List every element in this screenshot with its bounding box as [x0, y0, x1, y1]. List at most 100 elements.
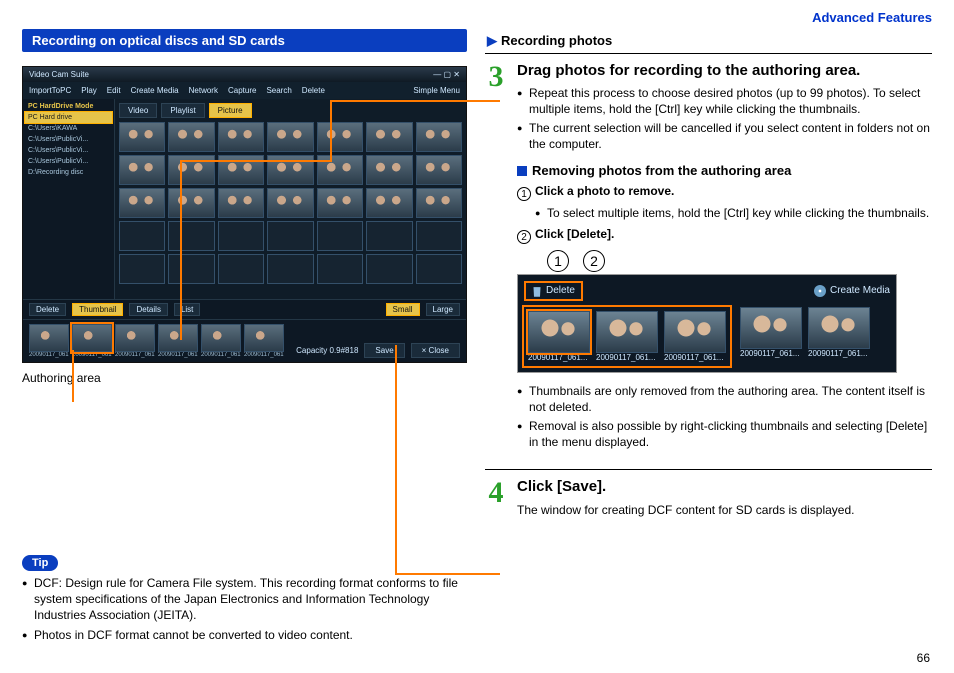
thumbnail-grid: [119, 122, 462, 284]
app-title: Video Cam Suite: [29, 70, 89, 79]
step-number-3: 3: [485, 62, 507, 453]
thumbnail[interactable]: [119, 155, 165, 185]
tab-picture[interactable]: Picture: [209, 103, 252, 118]
auth-thumb[interactable]: 20090117_061...: [115, 324, 155, 358]
tip-bullet: DCF: Design rule for Camera File system.…: [22, 575, 467, 624]
substep-2-marker: 2: [517, 230, 531, 244]
thumbnail[interactable]: [366, 188, 412, 218]
thumbnail[interactable]: [416, 155, 462, 185]
toolbar-play[interactable]: Play: [81, 86, 97, 95]
toolbar-network[interactable]: Network: [189, 86, 218, 95]
app-screenshot: Video Cam Suite — ▢ ✕ ImportToPC Play Ed…: [22, 66, 467, 363]
step4-body: The window for creating DCF content for …: [517, 503, 932, 517]
btn-delete[interactable]: Delete: [29, 303, 66, 316]
page-number: 66: [917, 651, 930, 665]
thumbnail-empty: [267, 254, 313, 284]
thumbnail-empty: [218, 221, 264, 251]
sidebar-item[interactable]: C:\Users\KAWA: [25, 123, 112, 134]
thumbnail[interactable]: [317, 122, 363, 152]
divider: [485, 469, 932, 470]
left-section-title: Recording on optical discs and SD cards: [22, 29, 467, 52]
btn-details-view[interactable]: Details: [129, 303, 167, 316]
callout-circle-1: 1: [547, 250, 569, 272]
annotation-line: [180, 160, 330, 162]
substep-1-marker: 1: [517, 187, 531, 201]
settings-mode[interactable]: Simple Menu: [413, 86, 460, 95]
inset-thumb[interactable]: 20090117_061...: [596, 311, 658, 362]
capacity-text: Capacity 0.9#818: [296, 346, 358, 355]
thumbnail-empty: [416, 254, 462, 284]
inset-thumb[interactable]: 20090117_061...: [740, 307, 802, 358]
auth-thumb-selected[interactable]: 20090117_061...: [72, 324, 112, 358]
callout-circle-2: 2: [583, 250, 605, 272]
thumbnail[interactable]: [416, 188, 462, 218]
thumbnail[interactable]: [168, 122, 214, 152]
tab-playlist[interactable]: Playlist: [161, 103, 204, 118]
sidebar-item[interactable]: C:\Users\PublicVi...: [25, 134, 112, 145]
thumbnail-empty: [119, 254, 165, 284]
btn-size-large[interactable]: Large: [426, 303, 460, 316]
thumbnail[interactable]: [366, 122, 412, 152]
annotation-line: [330, 100, 332, 162]
annotation-line: [395, 573, 500, 575]
authoring-strip: 20090117_061... 20090117_061... 20090117…: [23, 319, 466, 362]
thumbnail[interactable]: [267, 188, 313, 218]
tab-video[interactable]: Video: [119, 103, 157, 118]
sidebar-item[interactable]: C:\Users\PublicVi...: [25, 156, 112, 167]
thumbnail-empty: [267, 221, 313, 251]
thumbnail[interactable]: [218, 122, 264, 152]
auth-thumb[interactable]: 20090117_061...: [244, 324, 284, 358]
app-toolbar: ImportToPC Play Edit Create Media Networ…: [23, 82, 466, 99]
thumbnail[interactable]: [119, 188, 165, 218]
sidebar-item[interactable]: C:\Users\PublicVi...: [25, 145, 112, 156]
sidebar-item[interactable]: PC Hard drive: [25, 112, 112, 123]
thumbnail-empty: [168, 221, 214, 251]
close-button[interactable]: × Close: [411, 343, 460, 358]
thumbnail[interactable]: [416, 122, 462, 152]
auth-thumb[interactable]: 20090117_061...: [201, 324, 241, 358]
thumbnail-empty: [317, 221, 363, 251]
inset-thumb[interactable]: 20090117_061...: [808, 307, 870, 358]
toolbar-import[interactable]: ImportToPC: [29, 86, 71, 95]
thumbnail[interactable]: [168, 188, 214, 218]
app-sidebar: PC HardDrive Mode PC Hard drive C:\Users…: [23, 99, 115, 299]
step-number-4: 4: [485, 478, 507, 517]
step3-title: Drag photos for recording to the authori…: [517, 62, 932, 81]
disc-icon: [814, 285, 826, 297]
authoring-area-label: Authoring area: [22, 371, 467, 385]
inset-delete-button[interactable]: Delete: [524, 281, 583, 301]
sidebar-header: PC HardDrive Mode: [25, 101, 112, 112]
btn-list-view[interactable]: List: [174, 303, 200, 316]
inset-screenshot: Delete Create Media 20090117_061... 2009…: [517, 274, 897, 373]
auth-thumb[interactable]: 20090117_061...: [29, 324, 69, 358]
toolbar-search[interactable]: Search: [266, 86, 291, 95]
thumbnail[interactable]: [267, 122, 313, 152]
toolbar-edit[interactable]: Edit: [107, 86, 121, 95]
save-button[interactable]: Save: [364, 343, 404, 358]
sidebar-item[interactable]: D:\Recording disc: [25, 167, 112, 178]
step4-title: Click [Save].: [517, 478, 932, 497]
btn-thumbnail-view[interactable]: Thumbnail: [72, 303, 123, 316]
right-subheader: ▶Recording photos: [485, 29, 932, 54]
tip-bullet: Photos in DCF format cannot be converted…: [22, 627, 467, 643]
thumbnail[interactable]: [119, 122, 165, 152]
thumbnail[interactable]: [317, 188, 363, 218]
inset-thumb-selected[interactable]: 20090117_061...: [528, 311, 590, 362]
substep-1-label: Click a photo to remove.: [535, 184, 674, 198]
thumbnail[interactable]: [366, 155, 412, 185]
tip-badge: Tip: [22, 555, 58, 571]
thumbnail-empty: [168, 254, 214, 284]
header-section-link[interactable]: Advanced Features: [22, 10, 932, 25]
triangle-icon: ▶: [487, 33, 497, 48]
toolbar-delete[interactable]: Delete: [302, 86, 325, 95]
btn-size-small[interactable]: Small: [386, 303, 420, 316]
toolbar-create-media[interactable]: Create Media: [131, 86, 179, 95]
thumbnail-empty: [416, 221, 462, 251]
step3-bullet: The current selection will be cancelled …: [517, 120, 932, 152]
removing-heading: Removing photos from the authoring area: [517, 163, 932, 178]
auth-thumb[interactable]: 20090117_061...: [158, 324, 198, 358]
inset-thumb[interactable]: 20090117_061...: [664, 311, 726, 362]
toolbar-capture[interactable]: Capture: [228, 86, 256, 95]
inset-create-media[interactable]: Create Media: [814, 285, 890, 297]
thumbnail[interactable]: [218, 188, 264, 218]
